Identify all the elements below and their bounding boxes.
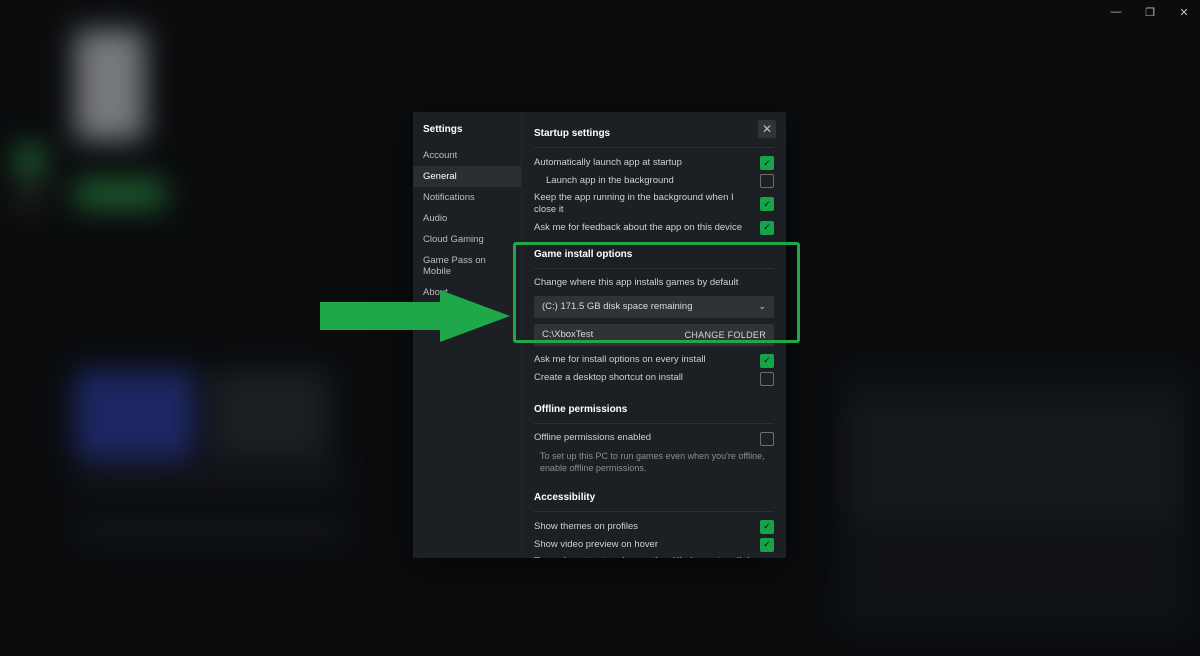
checkbox-keep-bg[interactable]: ✓ — [760, 197, 774, 211]
divider — [534, 423, 774, 424]
drive-selected-text: (C:) 171.5 GB disk space remaining — [542, 301, 692, 312]
settings-title: Settings — [413, 112, 521, 145]
maximize-button[interactable]: ❐ — [1142, 6, 1158, 19]
label-offline-enabled: Offline permissions enabled — [534, 432, 760, 444]
divider — [534, 268, 774, 269]
row-launch-bg: Launch app in the background ✓ — [534, 174, 774, 188]
sidebar-item-general[interactable]: General — [413, 166, 521, 187]
row-themes: Show themes on profiles ✓ — [534, 520, 774, 534]
label-ask-every: Ask me for install options on every inst… — [534, 354, 760, 366]
sidebar-item-notifications[interactable]: Notifications — [413, 187, 521, 208]
row-keep-bg: Keep the app running in the background w… — [534, 192, 774, 217]
game-install-group: Game install options Change where this a… — [534, 249, 774, 346]
sidebar-item-about[interactable]: About — [413, 282, 521, 303]
section-heading-startup: Startup settings — [534, 128, 774, 139]
close-window-button[interactable]: ✕ — [1176, 6, 1192, 19]
row-feedback: Ask me for feedback about the app on thi… — [534, 221, 774, 235]
drive-select-dropdown[interactable]: (C:) 171.5 GB disk space remaining ⌄ — [534, 296, 774, 318]
chevron-down-icon: ⌄ — [758, 301, 766, 312]
checkbox-feedback[interactable]: ✓ — [760, 221, 774, 235]
offline-note: To set up this PC to run games even when… — [534, 450, 774, 474]
label-video-preview: Show video preview on hover — [534, 539, 760, 551]
label-auto-launch: Automatically launch app at startup — [534, 157, 760, 169]
sidebar-item-account[interactable]: Account — [413, 145, 521, 166]
window-controls: — ❐ ✕ — [1108, 6, 1192, 19]
section-heading-accessibility: Accessibility — [534, 492, 774, 503]
row-shortcut: Create a desktop shortcut on install ✓ — [534, 372, 774, 386]
checkbox-shortcut[interactable]: ✓ — [760, 372, 774, 386]
settings-content: ✕ Startup settings Automatically launch … — [522, 112, 786, 558]
folder-path-row: C:\XboxTest CHANGE FOLDER — [534, 324, 774, 346]
minimize-button[interactable]: — — [1108, 6, 1124, 19]
row-video-preview: Show video preview on hover ✓ — [534, 538, 774, 552]
sidebar-item-audio[interactable]: Audio — [413, 208, 521, 229]
section-heading-install: Game install options — [534, 249, 774, 260]
label-shortcut: Create a desktop shortcut on install — [534, 372, 760, 384]
row-ask-every: Ask me for install options on every inst… — [534, 354, 774, 368]
label-feedback: Ask me for feedback about the app on thi… — [534, 222, 760, 234]
label-keep-bg: Keep the app running in the background w… — [534, 192, 760, 217]
sidebar-item-gamepass-mobile[interactable]: Game Pass on Mobile — [413, 250, 521, 282]
sidebar-item-cloud-gaming[interactable]: Cloud Gaming — [413, 229, 521, 250]
checkbox-auto-launch[interactable]: ✓ — [760, 156, 774, 170]
label-themes: Show themes on profiles — [534, 521, 760, 533]
section-heading-offline: Offline permissions — [534, 404, 774, 415]
close-modal-button[interactable]: ✕ — [758, 120, 776, 138]
checkbox-video-preview[interactable]: ✓ — [760, 538, 774, 552]
row-offline-enabled: Offline permissions enabled ✓ — [534, 432, 774, 446]
scale-note[interactable]: To scale up text and any other UI elemen… — [534, 556, 774, 558]
folder-path-text: C:\XboxTest — [542, 329, 593, 340]
checkbox-offline-enabled[interactable]: ✓ — [760, 432, 774, 446]
checkbox-ask-every[interactable]: ✓ — [760, 354, 774, 368]
settings-modal: Settings Account General Notifications A… — [413, 112, 786, 558]
divider — [534, 511, 774, 512]
change-folder-button[interactable]: CHANGE FOLDER — [685, 330, 766, 340]
divider — [534, 147, 774, 148]
checkbox-themes[interactable]: ✓ — [760, 520, 774, 534]
row-auto-launch: Automatically launch app at startup ✓ — [534, 156, 774, 170]
checkbox-launch-bg[interactable]: ✓ — [760, 174, 774, 188]
label-change-where: Change where this app installs games by … — [534, 277, 774, 290]
settings-sidebar: Settings Account General Notifications A… — [413, 112, 522, 558]
label-launch-bg: Launch app in the background — [546, 175, 760, 187]
